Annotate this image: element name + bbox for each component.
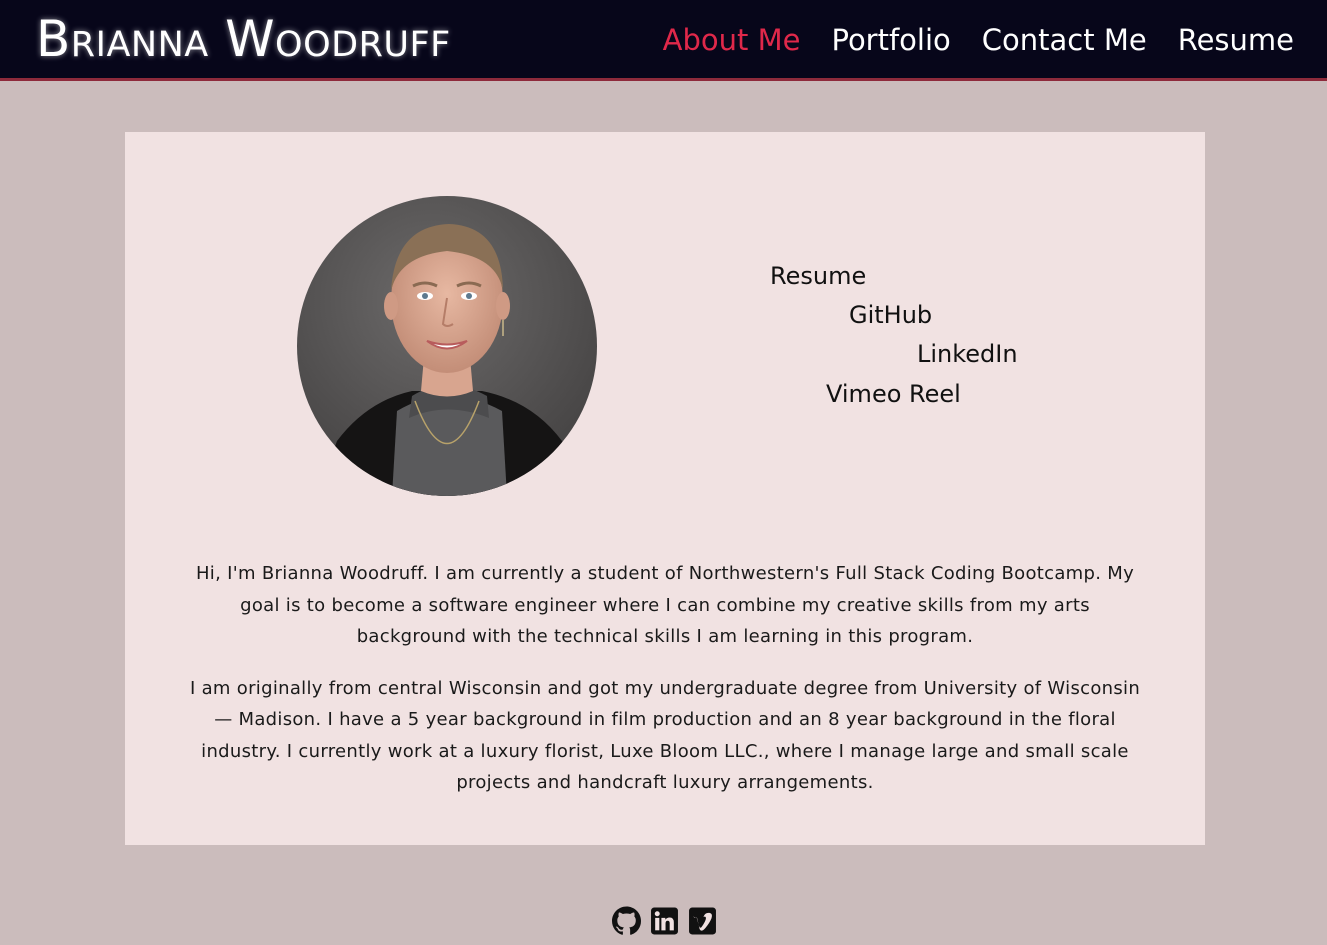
link-github[interactable]: GitHub (849, 301, 932, 329)
link-resume[interactable]: Resume (770, 262, 866, 290)
bio-paragraph: I am originally from central Wisconsin a… (189, 677, 1141, 794)
nav-contact-me[interactable]: Contact Me (982, 20, 1147, 60)
bio-section: Hi, I'm Brianna Woodruff. I am currently… (185, 558, 1145, 819)
bio-paragraph: Hi, I'm Brianna Woodruff. I am currently… (195, 563, 1135, 647)
nav-about-me[interactable]: About Me (663, 20, 801, 60)
nav-portfolio[interactable]: Portfolio (831, 20, 950, 60)
github-icon[interactable] (612, 906, 641, 936)
about-card: Resume GitHub LinkedIn Vimeo Reel Hi, I'… (125, 132, 1205, 845)
site-header: Brianna Woodruff About Me Portfolio Cont… (0, 0, 1327, 81)
linkedin-icon[interactable] (650, 906, 679, 936)
vimeo-icon[interactable] (688, 906, 717, 936)
social-footer (612, 906, 717, 936)
profile-photo (297, 196, 597, 496)
site-brand[interactable]: Brianna Woodruff (36, 6, 451, 72)
link-vimeo-reel[interactable]: Vimeo Reel (826, 380, 961, 408)
link-linkedin[interactable]: LinkedIn (917, 340, 1018, 368)
main-nav: About Me Portfolio Contact Me Resume (663, 20, 1294, 60)
nav-resume[interactable]: Resume (1178, 20, 1294, 60)
